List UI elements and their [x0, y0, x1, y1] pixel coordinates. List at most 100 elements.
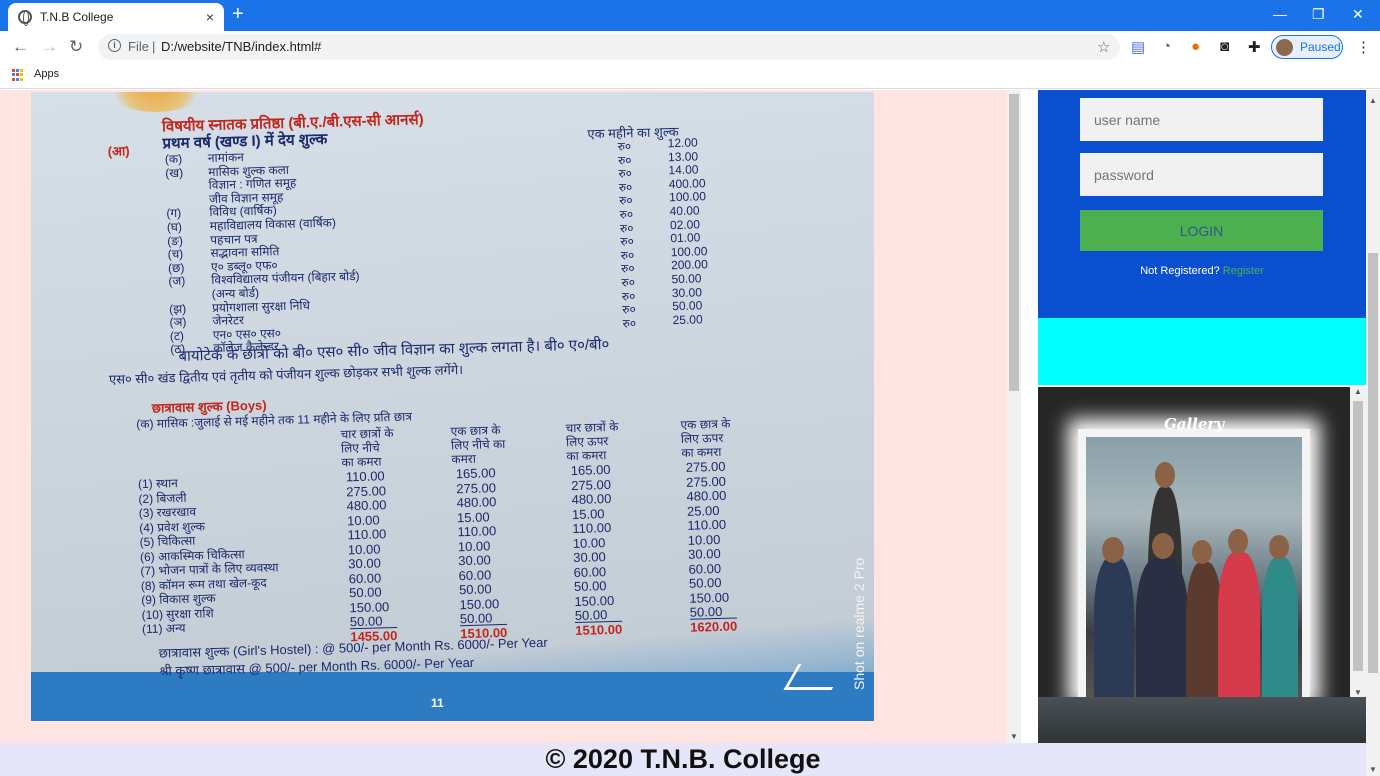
hostel-total: 1620.00: [689, 617, 738, 635]
person-head: [1192, 540, 1212, 564]
tab-title: T.N.B College: [40, 10, 114, 24]
forward-arrow-icon[interactable]: →: [41, 37, 58, 57]
hostel-cell: 110.00: [572, 519, 612, 537]
page-number: 11: [431, 696, 444, 710]
login-button[interactable]: LOGIN: [1080, 210, 1323, 251]
bookmark-star-icon[interactable]: ☆: [1097, 38, 1110, 56]
footer-copyright: © 2020 T.N.B. College: [0, 743, 1366, 776]
hostel-cell: 60.00: [573, 563, 607, 580]
cyan-panel: [1038, 318, 1366, 385]
hostel-cell: 480.00: [686, 487, 727, 504]
info-icon[interactable]: i: [108, 39, 121, 52]
scroll-down-icon[interactable]: ▼: [1010, 732, 1018, 741]
fee-value: 13.00: [667, 148, 699, 164]
menu-kebab-icon[interactable]: ⋮: [1356, 38, 1371, 56]
fee-value: 50.00: [672, 298, 703, 314]
fee-column-header: एक महीने का शुल्क: [587, 123, 679, 142]
fee-value: 200.00: [670, 257, 708, 273]
gallery-photo[interactable]: [1086, 437, 1302, 697]
hostel-cell: 10.00: [687, 531, 721, 548]
register-link[interactable]: Register: [1223, 265, 1264, 277]
scroll-down-icon[interactable]: ▼: [1354, 688, 1362, 697]
hostel-cell: 25.00: [686, 502, 720, 519]
scrollbar-thumb[interactable]: [1353, 401, 1363, 671]
minimize-button[interactable]: —: [1273, 6, 1287, 22]
gallery-scrollbar[interactable]: ▲ ▼: [1350, 387, 1366, 697]
hostel-column-header: कमरा: [451, 451, 477, 467]
new-tab-button[interactable]: +: [232, 4, 244, 24]
reading-list-icon[interactable]: ▤: [1131, 38, 1145, 56]
login-box: LOGIN Not Registered? Register: [1038, 90, 1366, 318]
scroll-down-icon[interactable]: ▼: [1369, 765, 1377, 774]
hostel-cell: 60.00: [688, 560, 722, 577]
profile-status: Paused: [1300, 40, 1341, 54]
not-registered-label: Not Registered?: [1140, 265, 1220, 277]
hostel-cell: 50.00: [348, 584, 382, 601]
hostel-cell: 50.00: [573, 578, 607, 595]
url-text[interactable]: D:/website/TNB/index.html#: [161, 39, 321, 54]
hostel-cell: 10.00: [457, 537, 491, 554]
fee-value: 14.00: [668, 162, 699, 178]
hostel-cell: 480.00: [571, 490, 612, 508]
fee-value: 25.00: [672, 312, 703, 327]
fee-marker: (ज): [168, 274, 186, 289]
person: [1094, 557, 1134, 697]
person-head: [1102, 537, 1124, 563]
person: [1218, 552, 1260, 697]
puzzle-icon[interactable]: ✚: [1248, 38, 1261, 56]
person: [1262, 557, 1298, 697]
person-head: [1152, 533, 1174, 559]
bookmarks-bar: [0, 63, 1380, 89]
left-panel-scrollbar[interactable]: ▼: [1007, 90, 1021, 743]
password-input[interactable]: [1080, 153, 1323, 196]
hostel-row-label: (11) अन्य: [141, 620, 186, 637]
fee-value: 01.00: [670, 230, 701, 246]
hostel-cell: 30.00: [687, 545, 721, 562]
fee-currency: रु०: [622, 315, 637, 331]
restore-button[interactable]: ❐: [1312, 6, 1325, 23]
url-separator: |: [152, 39, 156, 54]
person-head: [1155, 462, 1175, 488]
scroll-up-icon[interactable]: ▲: [1369, 96, 1377, 105]
doc-heading-marker: (आ): [107, 143, 130, 159]
hostel-cell: 30.00: [573, 549, 606, 566]
fire-extension-icon[interactable]: ●: [1191, 38, 1200, 55]
fee-value: 50.00: [671, 271, 702, 287]
next-image-strip: [1038, 697, 1366, 743]
extension-icon[interactable]: ◙: [1220, 38, 1229, 55]
profile-button[interactable]: Paused: [1271, 35, 1343, 59]
fee-structure-photo: (आ) विषयीय स्नातक प्रतिष्ठा (बी.ए./बी.एस…: [31, 92, 874, 721]
hostel-cell: 10.00: [346, 511, 380, 528]
hostel-cell: 110.00: [457, 523, 497, 540]
globe-icon: [18, 10, 32, 26]
fee-value: 40.00: [669, 203, 700, 219]
close-window-button[interactable]: ✕: [1352, 6, 1364, 23]
person: [1186, 562, 1222, 697]
apps-grid-icon[interactable]: [12, 69, 24, 81]
browser-tab[interactable]: T.N.B College ×: [8, 3, 224, 31]
fee-document: (आ) विषयीय स्नातक प्रतिष्ठा (बी.ए./बी.एस…: [31, 92, 874, 721]
fee-value: 30.00: [671, 284, 703, 300]
person-head: [1269, 535, 1289, 559]
hostel-cell: 15.00: [456, 508, 490, 525]
hostel-total: 1510.00: [575, 620, 623, 639]
tab-close-icon[interactable]: ×: [206, 9, 214, 25]
username-input[interactable]: [1080, 98, 1323, 141]
back-arrow-icon[interactable]: ←: [12, 37, 29, 57]
page-scrollbar[interactable]: ▲ ▼: [1366, 90, 1380, 776]
scrollbar-thumb[interactable]: [1368, 253, 1378, 673]
doc-subheading: प्रथम वर्ष (खण्ड I) में देय शुल्क: [162, 130, 328, 153]
page-content: (आ) विषयीय स्नातक प्रतिष्ठा (बी.ए./बी.एस…: [0, 90, 1380, 776]
hostel-cell: 60.00: [458, 566, 492, 583]
bookmark-apps[interactable]: Apps: [34, 68, 59, 80]
scroll-up-icon[interactable]: ▲: [1354, 387, 1362, 396]
hostel-cell: 150.00: [574, 592, 615, 609]
left-panel: (आ) विषयीय स्नातक प्रतिष्ठा (बी.ए./बी.एस…: [0, 90, 1007, 743]
fee-value: 100.00: [669, 189, 707, 205]
url-scheme: File: [128, 39, 149, 54]
hostel-cell: 10.00: [572, 534, 606, 551]
hostel-cell: 15.00: [571, 505, 605, 522]
scrollbar-thumb[interactable]: [1009, 94, 1019, 391]
speed-dial-icon[interactable]: ◔: [1162, 38, 1171, 55]
reload-icon[interactable]: ↻: [69, 37, 83, 57]
